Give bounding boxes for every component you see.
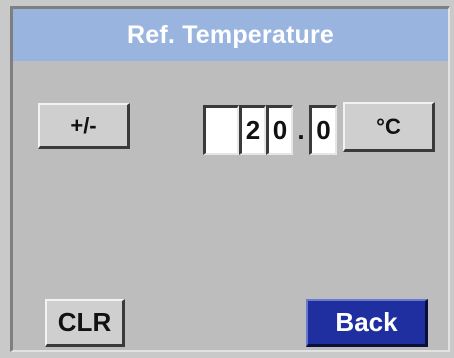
dialog-title: Ref. Temperature xyxy=(13,9,448,61)
digit-field-4[interactable]: 0 xyxy=(309,105,337,155)
back-button[interactable]: Back xyxy=(306,299,428,347)
decimal-separator: . xyxy=(297,114,305,145)
clear-button[interactable]: CLR xyxy=(45,299,125,347)
digit-field-3[interactable]: 0 xyxy=(266,105,293,155)
dialog-panel: Ref. Temperature +/- 2 0 . 0 °C CLR Back xyxy=(10,6,450,352)
digit-field-1[interactable] xyxy=(203,105,239,155)
sign-toggle-button[interactable]: +/- xyxy=(38,103,130,149)
unit-button[interactable]: °C xyxy=(343,102,435,152)
window: Ref. Temperature +/- 2 0 . 0 °C CLR Back xyxy=(0,0,454,358)
digit-field-2[interactable]: 2 xyxy=(239,105,266,155)
